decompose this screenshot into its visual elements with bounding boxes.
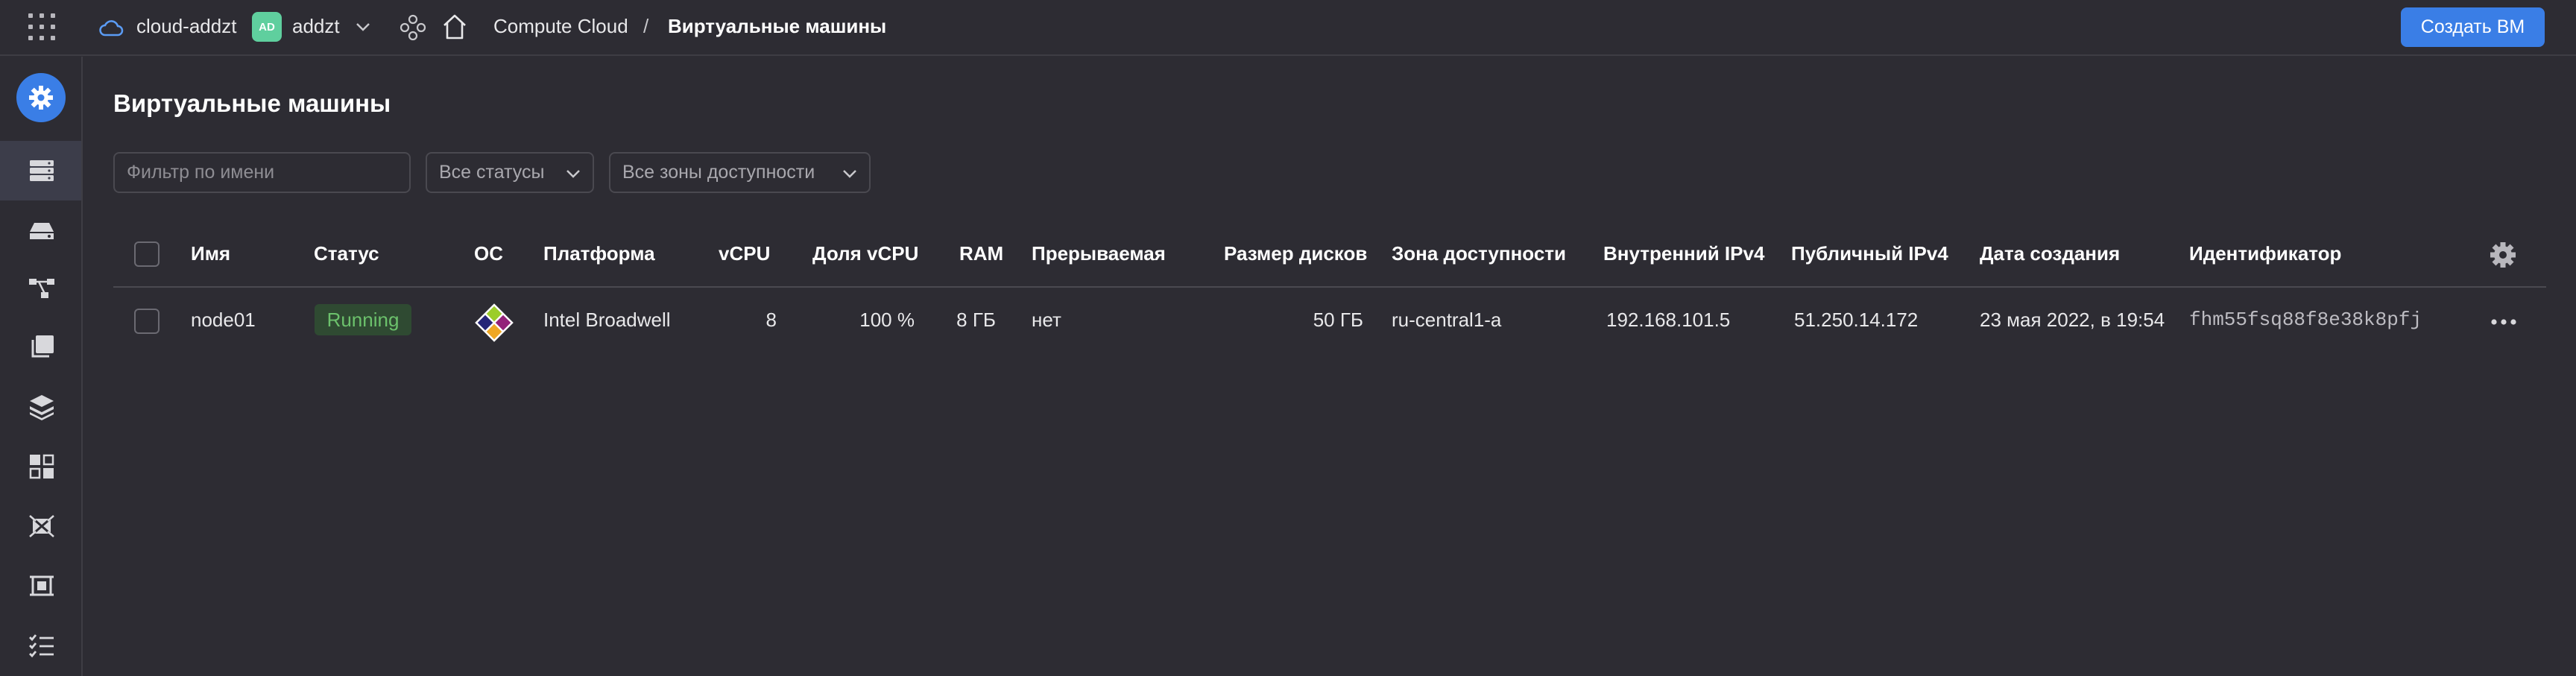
table-header: Имя Статус ОС Платформа vCPU Доля vCPU R… <box>113 224 2546 288</box>
services-icon[interactable] <box>399 13 427 42</box>
name-filter-input[interactable] <box>113 152 411 193</box>
breadcrumb-separator: / <box>643 15 649 37</box>
zone-filter-dropdown[interactable]: Все зоны доступности <box>609 152 871 193</box>
zone-filter-label: Все зоны доступности <box>622 162 815 183</box>
file-storages-icon[interactable] <box>27 511 57 541</box>
folder-name[interactable]: addzt <box>292 15 340 38</box>
folder-avatar: AD <box>252 12 282 42</box>
vm-id[interactable]: fhm55fsq88f8e38k8pfj <box>2189 309 2422 331</box>
vm-public-ip: 51.250.14.172 <box>1794 309 1919 331</box>
breadcrumb-service[interactable]: Compute Cloud <box>493 15 628 38</box>
snapshots-icon[interactable] <box>27 332 57 362</box>
column-header-internal-ip[interactable]: Внутренний IPv4 <box>1603 242 1764 265</box>
more-actions-icon[interactable] <box>2488 307 2519 337</box>
vm-platform: Intel Broadwell <box>543 309 671 331</box>
status-filter-dropdown[interactable]: Все статусы <box>426 152 594 193</box>
placement-groups-icon[interactable] <box>27 273 57 303</box>
chevron-down-icon <box>841 165 859 182</box>
vm-created: 23 мая 2022, в 19:54 <box>1980 309 2165 331</box>
column-header-vcpu-share[interactable]: Доля vCPU <box>812 242 918 265</box>
operations-icon[interactable] <box>27 631 57 660</box>
status-filter-label: Все статусы <box>439 162 545 183</box>
vm-internal-ip: 192.168.101.5 <box>1606 309 1731 331</box>
column-header-platform[interactable]: Платформа <box>543 242 655 265</box>
status-badge: Running <box>315 304 411 335</box>
vm-ram: 8 ГБ <box>956 309 996 331</box>
home-icon[interactable] <box>440 12 470 42</box>
column-header-created[interactable]: Дата создания <box>1980 242 2120 265</box>
column-header-os[interactable]: ОС <box>474 242 503 265</box>
row-checkbox[interactable] <box>134 309 160 334</box>
images-icon[interactable] <box>27 392 57 422</box>
top-header: cloud-addzt AD addzt Compute Cloud / Вир… <box>0 0 2576 56</box>
disks-icon[interactable] <box>27 215 57 245</box>
vm-disk-size: 50 ГБ <box>1313 309 1363 331</box>
column-header-ram[interactable]: RAM <box>959 242 1003 265</box>
column-header-name[interactable]: Имя <box>191 242 230 265</box>
select-all-checkbox[interactable] <box>134 241 160 267</box>
virtual-machines-icon[interactable] <box>27 156 57 186</box>
gpu-clusters-icon[interactable] <box>27 571 57 601</box>
column-header-disk-size[interactable]: Размер дисков <box>1224 242 1367 265</box>
chevron-down-icon <box>564 165 582 182</box>
page-title: Виртуальные машины <box>113 89 391 117</box>
cloud-icon <box>98 17 124 38</box>
vm-vcpu: 8 <box>765 309 777 331</box>
table-row[interactable]: node01 Running Intel Broadwell 8 100 % 8… <box>113 289 2546 356</box>
column-header-id[interactable]: Идентификатор <box>2189 242 2341 265</box>
vm-preemptible: нет <box>1032 309 1061 331</box>
cloud-name[interactable]: cloud-addzt <box>136 15 236 38</box>
column-header-zone[interactable]: Зона доступности <box>1392 242 1566 265</box>
vm-name[interactable]: node01 <box>191 309 256 332</box>
sidebar <box>0 57 83 676</box>
compute-cloud-icon[interactable] <box>16 73 66 122</box>
apps-grid-icon[interactable] <box>27 12 57 42</box>
instance-groups-icon[interactable] <box>27 452 57 481</box>
vm-zone: ru-central1-a <box>1392 309 1502 331</box>
create-vm-button[interactable]: Создать ВМ <box>2401 7 2545 47</box>
gear-icon[interactable] <box>2488 240 2518 270</box>
breadcrumb-current: Виртуальные машины <box>668 15 887 37</box>
chevron-down-icon[interactable] <box>353 19 373 35</box>
column-header-status[interactable]: Статус <box>314 242 379 265</box>
vm-vcpu-share: 100 % <box>859 309 915 331</box>
centos-icon <box>474 303 514 343</box>
column-header-vcpu[interactable]: vCPU <box>719 242 770 265</box>
column-header-preemptible[interactable]: Прерываемая <box>1032 242 1166 265</box>
column-header-public-ip[interactable]: Публичный IPv4 <box>1791 242 1948 265</box>
